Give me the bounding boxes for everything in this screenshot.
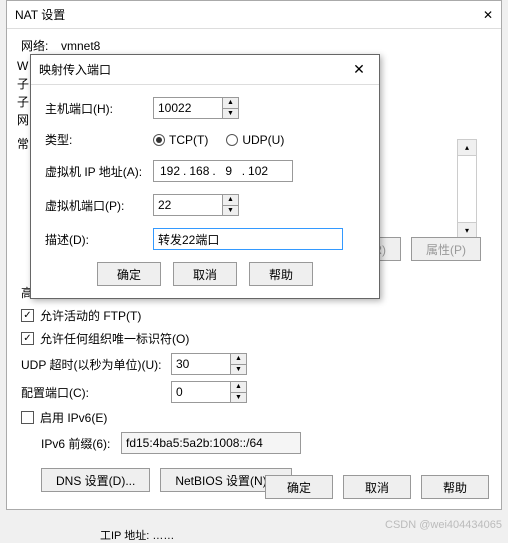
spin-up-icon[interactable]: ▲ (223, 98, 238, 109)
scroll-down-icon[interactable]: ▾ (458, 222, 476, 238)
main-footer: 确定 取消 帮助 (265, 475, 489, 499)
network-label: 网络: (21, 37, 61, 54)
vm-ip-label: 虚拟机 IP 地址(A): (45, 163, 153, 180)
type-label: 类型: (45, 131, 153, 148)
vm-port-input[interactable] (153, 194, 223, 216)
ok-button[interactable]: 确定 (265, 475, 333, 499)
udp-timeout-spinner[interactable]: ▲▼ (171, 353, 247, 375)
ip-octet-2[interactable] (187, 163, 211, 179)
scroll-up-icon[interactable]: ▴ (458, 140, 476, 156)
udp-timeout-input[interactable] (171, 353, 231, 375)
advanced-section: 高级 允许活动的 FTP(T) 允许任何组织唯一标识符(O) UDP 超时(以秒… (21, 284, 487, 492)
spin-up-icon[interactable]: ▲ (231, 382, 246, 393)
spin-down-icon[interactable]: ▼ (223, 109, 238, 119)
dialog-ok-button[interactable]: 确定 (97, 262, 161, 286)
truncated-text: 工IP 地址: …… (100, 527, 174, 543)
allow-ftp-checkbox[interactable] (21, 309, 34, 322)
properties-button[interactable]: 属性(P) (411, 237, 481, 261)
spin-down-icon[interactable]: ▼ (223, 206, 238, 216)
port-list-scrollbar[interactable]: ▴ ▾ (457, 139, 477, 239)
vm-ip-input[interactable]: . . . (153, 160, 293, 182)
allow-oui-checkbox[interactable] (21, 332, 34, 345)
config-port-input[interactable] (171, 381, 231, 403)
main-titlebar: NAT 设置 ✕ (7, 1, 501, 29)
config-port-spinner[interactable]: ▲▼ (171, 381, 247, 403)
udp-timeout-label: UDP 超时(以秒为单位)(U): (21, 356, 171, 373)
help-button[interactable]: 帮助 (421, 475, 489, 499)
ip-octet-1[interactable] (158, 163, 182, 179)
main-title: NAT 设置 (15, 1, 65, 28)
config-port-label: 配置端口(C): (21, 384, 171, 401)
watermark: CSDN @wei404434065 (385, 519, 502, 531)
enable-ipv6-checkbox[interactable] (21, 411, 34, 424)
spin-down-icon[interactable]: ▼ (231, 365, 246, 375)
port-mapping-dialog: 映射传入端口 ✕ 主机端口(H): ▲▼ 类型: TCP(T) UDP(U) 虚… (30, 54, 380, 299)
allow-ftp-label: 允许活动的 FTP(T) (40, 307, 141, 324)
dialog-cancel-button[interactable]: 取消 (173, 262, 237, 286)
spin-down-icon[interactable]: ▼ (231, 393, 246, 403)
description-input[interactable] (153, 228, 343, 250)
desc-label: 描述(D): (45, 231, 153, 248)
vm-port-spinner[interactable]: ▲▼ (153, 194, 239, 216)
spin-up-icon[interactable]: ▲ (223, 195, 238, 206)
enable-ipv6-label: 启用 IPv6(E) (40, 409, 107, 426)
dialog-help-button[interactable]: 帮助 (249, 262, 313, 286)
host-port-label: 主机端口(H): (45, 100, 153, 117)
left-cut-chars: W 子 子 网 常 (17, 57, 29, 153)
tcp-radio[interactable]: TCP(T) (153, 133, 208, 147)
spin-up-icon[interactable]: ▲ (231, 354, 246, 365)
udp-radio[interactable]: UDP(U) (226, 133, 284, 147)
ip-octet-3[interactable] (217, 163, 241, 179)
close-icon[interactable]: ✕ (347, 58, 371, 82)
network-value: vmnet8 (61, 39, 100, 53)
host-port-input[interactable] (153, 97, 223, 119)
dialog-titlebar: 映射传入端口 ✕ (31, 55, 379, 85)
ipv6-prefix-label: IPv6 前缀(6): (41, 435, 121, 452)
radio-selected-icon (153, 134, 165, 146)
ipv6-prefix-input[interactable] (121, 432, 301, 454)
ip-octet-4[interactable] (246, 163, 270, 179)
radio-unselected-icon (226, 134, 238, 146)
close-icon[interactable]: ✕ (483, 1, 493, 28)
allow-oui-label: 允许任何组织唯一标识符(O) (40, 330, 189, 347)
vm-port-label: 虚拟机端口(P): (45, 197, 153, 214)
cancel-button[interactable]: 取消 (343, 475, 411, 499)
host-port-spinner[interactable]: ▲▼ (153, 97, 239, 119)
dialog-title: 映射传入端口 (39, 61, 111, 78)
dns-settings-button[interactable]: DNS 设置(D)... (41, 468, 150, 492)
